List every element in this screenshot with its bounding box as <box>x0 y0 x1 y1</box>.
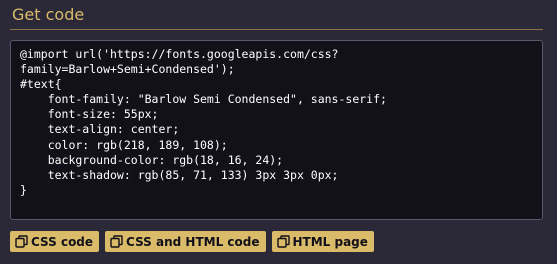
copy-button-row: CSS code CSS and HTML code HTML page <box>10 231 374 252</box>
copy-icon <box>276 235 290 248</box>
copy-css-html-code-button[interactable]: CSS and HTML code <box>105 231 266 252</box>
copy-icon <box>110 235 123 248</box>
code-text: @import url('https://fonts.googleapis.co… <box>20 47 387 197</box>
copy-html-page-button[interactable]: HTML page <box>271 231 374 252</box>
copy-css-html-code-label: CSS and HTML code <box>126 234 260 249</box>
copy-css-code-button[interactable]: CSS code <box>10 231 100 252</box>
panel-title: Get code <box>12 5 85 24</box>
copy-icon <box>15 235 28 248</box>
code-textarea[interactable]: @import url('https://fonts.googleapis.co… <box>10 40 543 220</box>
title-divider <box>10 29 543 30</box>
copy-html-page-label: HTML page <box>292 234 368 249</box>
copy-css-code-label: CSS code <box>31 234 94 249</box>
